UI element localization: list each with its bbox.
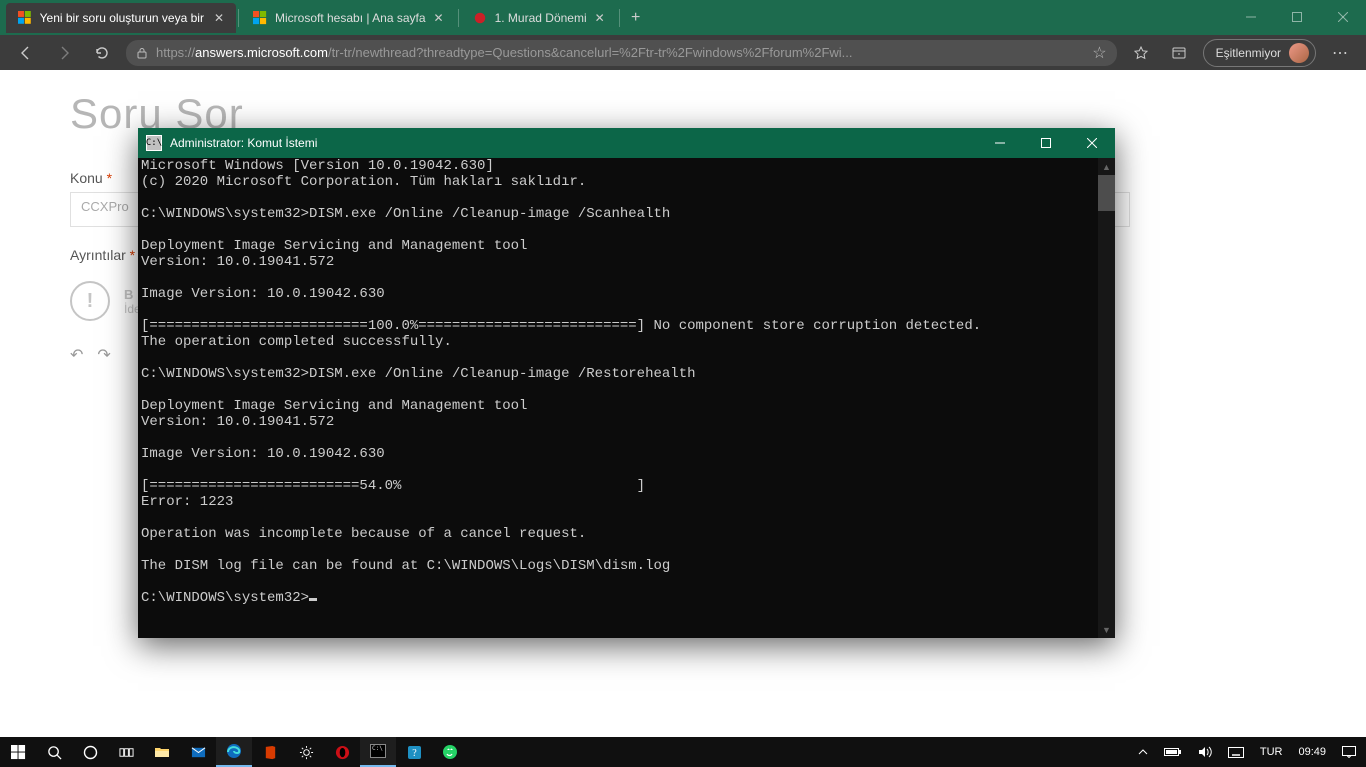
get-help-button[interactable]: ? (396, 737, 432, 767)
svg-text:?: ? (412, 748, 417, 759)
maximize-button[interactable] (1274, 0, 1320, 34)
more-menu-button[interactable]: ⋯ (1326, 39, 1354, 67)
redo-button[interactable]: ↷ (97, 345, 110, 365)
tab-title: Microsoft hesabı | Ana sayfa (275, 11, 426, 25)
browser-tab-2[interactable]: 1. Murad Dönemi ✕ (461, 3, 617, 33)
cmd-close-button[interactable] (1069, 128, 1115, 158)
cmd-body[interactable]: Microsoft Windows [Version 10.0.19042.63… (138, 158, 1115, 638)
tray-expand-icon[interactable] (1132, 747, 1154, 757)
edge-button[interactable] (216, 737, 252, 767)
tab-separator (458, 9, 459, 27)
tab-strip: Yeni bir soru oluşturun veya bir t ✕ Mic… (0, 0, 1366, 35)
lock-icon (136, 47, 148, 59)
forward-button[interactable] (50, 39, 78, 67)
site-favicon (473, 11, 487, 25)
keyboard-icon[interactable] (1222, 747, 1250, 758)
cmd-output: Microsoft Windows [Version 10.0.19042.63… (138, 158, 1115, 606)
tab-close-icon[interactable]: ✕ (595, 11, 605, 25)
profile-button[interactable]: Eşitlenmiyor (1203, 39, 1316, 67)
refresh-button[interactable] (88, 39, 116, 67)
cmd-title: Administrator: Komut İstemi (170, 136, 317, 150)
cmd-window-controls (977, 128, 1115, 158)
file-explorer-button[interactable] (144, 737, 180, 767)
browser-tab-1[interactable]: Microsoft hesabı | Ana sayfa ✕ (241, 3, 456, 33)
system-tray: TUR 09:49 (1132, 746, 1366, 758)
favorites-icon[interactable] (1127, 39, 1155, 67)
address-bar[interactable]: https://answers.microsoft.com/tr-tr/newt… (126, 40, 1117, 66)
cmd-app-icon: C:\ (146, 135, 162, 151)
scroll-down-arrow[interactable]: ▼ (1098, 621, 1115, 638)
clock[interactable]: 09:49 (1292, 746, 1332, 758)
tab-separator (238, 9, 239, 27)
minimize-button[interactable] (1228, 0, 1274, 34)
tab-title: 1. Murad Dönemi (495, 11, 587, 25)
ms-logo-icon (18, 11, 32, 25)
command-prompt-window: C:\ Administrator: Komut İstemi Microsof… (138, 128, 1115, 638)
url-text: https://answers.microsoft.com/tr-tr/newt… (156, 45, 1084, 60)
info-icon: ! (70, 281, 110, 321)
cmd-taskbar-button[interactable]: C:\ (360, 737, 396, 767)
tab-close-icon[interactable]: ✕ (214, 11, 224, 25)
new-tab-button[interactable]: + (622, 4, 650, 32)
profile-label: Eşitlenmiyor (1216, 46, 1281, 60)
office-button[interactable] (252, 737, 288, 767)
action-center-icon[interactable] (1336, 746, 1362, 758)
settings-button[interactable] (288, 737, 324, 767)
browser-chrome: Yeni bir soru oluşturun veya bir t ✕ Mic… (0, 0, 1366, 70)
tab-close-icon[interactable]: ✕ (434, 11, 444, 25)
volume-icon[interactable] (1192, 746, 1218, 758)
scroll-thumb[interactable] (1098, 175, 1115, 211)
language-indicator[interactable]: TUR (1254, 746, 1289, 758)
scroll-up-arrow[interactable]: ▲ (1098, 158, 1115, 175)
collections-icon[interactable] (1165, 39, 1193, 67)
taskbar-left: C:\ ? (0, 737, 468, 767)
address-bar-row: https://answers.microsoft.com/tr-tr/newt… (0, 35, 1366, 70)
cmd-maximize-button[interactable] (1023, 128, 1069, 158)
start-button[interactable] (0, 737, 36, 767)
cortana-button[interactable] (72, 737, 108, 767)
favorite-star-icon[interactable]: ☆ (1092, 43, 1106, 63)
close-button[interactable] (1320, 0, 1366, 34)
whatsapp-button[interactable] (432, 737, 468, 767)
cmd-minimize-button[interactable] (977, 128, 1023, 158)
tab-title: Yeni bir soru oluşturun veya bir t (40, 11, 206, 25)
window-controls (1228, 0, 1366, 34)
back-button[interactable] (12, 39, 40, 67)
ms-logo-icon (253, 11, 267, 25)
browser-tab-0[interactable]: Yeni bir soru oluşturun veya bir t ✕ (6, 3, 236, 33)
undo-button[interactable]: ↶ (70, 345, 83, 365)
battery-icon[interactable] (1158, 747, 1188, 757)
taskbar: C:\ ? TUR 09:49 (0, 737, 1366, 767)
opera-button[interactable] (324, 737, 360, 767)
avatar-icon (1289, 43, 1309, 63)
cmd-titlebar[interactable]: C:\ Administrator: Komut İstemi (138, 128, 1115, 158)
mail-button[interactable] (180, 737, 216, 767)
tab-separator (619, 9, 620, 27)
search-button[interactable] (36, 737, 72, 767)
cmd-scrollbar[interactable] (1098, 158, 1115, 638)
task-view-button[interactable] (108, 737, 144, 767)
